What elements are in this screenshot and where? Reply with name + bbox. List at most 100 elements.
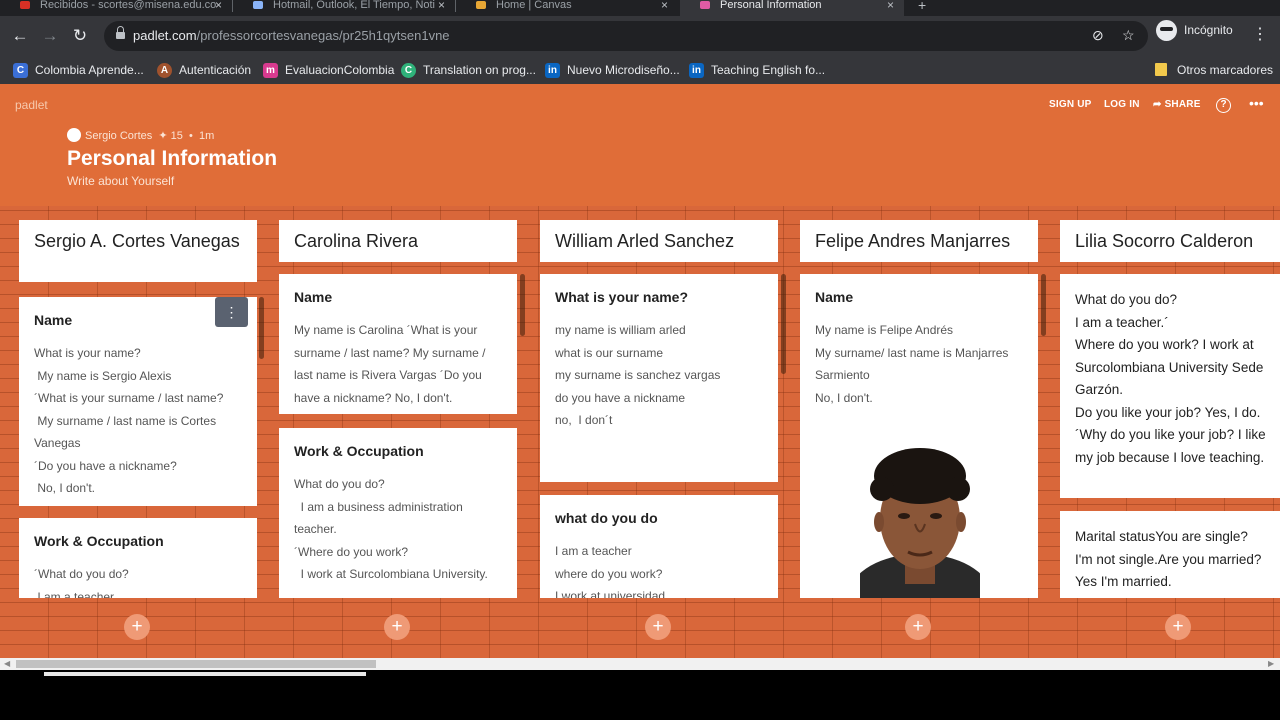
padlet-board: padlet SIGN UP LOG IN ➦ SHARE ? ••• Serg… — [0, 84, 1280, 658]
padlet-icon — [700, 1, 710, 9]
column-header[interactable]: Felipe Andres Manjarres — [800, 220, 1038, 262]
post-body: My name is Felipe Andrés My surname/ las… — [815, 323, 1009, 405]
back-arrow-icon[interactable]: ← — [10, 26, 30, 46]
authentication-icon: A — [157, 63, 172, 78]
column-lilia: Lilia Socorro Calderon — [1060, 220, 1280, 262]
address-bar[interactable]: padlet.com/professorcortesvanegas/pr25h1… — [104, 21, 1148, 51]
star-icon[interactable]: ☆ — [1122, 27, 1135, 44]
column-header[interactable]: Sergio A. Cortes Vanegas — [19, 220, 257, 282]
reload-icon[interactable]: ↻ — [70, 26, 90, 46]
bookmark-item[interactable]: in Teaching English fo... — [689, 60, 825, 80]
column-header[interactable]: Lilia Socorro Calderon — [1060, 220, 1280, 262]
login-link[interactable]: LOG IN — [1104, 99, 1140, 110]
column-scrollbar[interactable] — [781, 274, 786, 374]
heart-icon: ✦ — [158, 130, 168, 142]
page-title: Personal Information — [67, 147, 278, 170]
padlet-header: padlet SIGN UP LOG IN ➦ SHARE ? ••• Serg… — [0, 84, 1280, 206]
bookmark-item[interactable]: A Autenticación — [157, 60, 251, 80]
close-tab-icon[interactable]: × — [887, 0, 894, 11]
scroll-right-icon[interactable]: ▶ — [1268, 659, 1274, 668]
column-header[interactable]: Carolina Rivera — [279, 220, 517, 262]
tab-personal-information[interactable]: Personal Information × — [680, 0, 904, 16]
author-meta: Sergio Cortes ✦ 15 • 1m — [67, 128, 214, 142]
incognito-icon — [1156, 20, 1177, 41]
new-tab-icon[interactable]: + — [918, 0, 926, 13]
post-card[interactable]: what do you do I am a teacher where do y… — [540, 495, 778, 598]
linkedin-icon: in — [545, 63, 560, 78]
video-bottom-bar — [0, 670, 1280, 720]
bookmarks-bar: C Colombia Aprende... A Autenticación m … — [0, 56, 1280, 84]
add-post-button[interactable]: + — [384, 614, 410, 640]
translation-icon: C — [401, 63, 416, 78]
column-scrollbar[interactable] — [259, 297, 264, 359]
progress-line — [44, 672, 366, 676]
tab-label: Home | Canvas — [496, 0, 572, 11]
browser-tab-strip: Recibidos - scortes@misena.edu.co × Hotm… — [0, 0, 1280, 16]
post-body: my name is william arled what is our sur… — [555, 323, 721, 427]
add-post-button[interactable]: + — [1165, 614, 1191, 640]
incognito-profile-button[interactable]: Incógnito — [1156, 20, 1242, 42]
add-post-button[interactable]: + — [645, 614, 671, 640]
gmail-icon — [20, 1, 30, 9]
padlet-logo[interactable]: padlet — [15, 98, 48, 112]
post-card[interactable]: What is your name? my name is william ar… — [540, 274, 778, 482]
bookmark-item[interactable]: in Nuevo Microdiseño... — [545, 60, 680, 80]
tab-label: Hotmail, Outlook, El Tiempo, Noti — [273, 0, 436, 11]
post-body: What is your name? My name is Sergio Ale… — [34, 346, 224, 495]
tab-canvas[interactable]: Home | Canvas × — [456, 0, 678, 16]
post-card[interactable]: Work & Occupation What do you do? I am a… — [279, 428, 517, 598]
share-button[interactable]: ➦ SHARE — [1153, 99, 1201, 110]
column-sergio: Sergio A. Cortes Vanegas — [19, 220, 257, 282]
browser-toolbar: ← → ↻ padlet.com/professorcortesvanegas/… — [0, 16, 1280, 56]
other-bookmarks[interactable]: Otros marcadores — [1155, 60, 1273, 80]
scrollbar-thumb[interactable] — [16, 660, 376, 668]
horizontal-scrollbar[interactable]: ◀ ▶ — [0, 658, 1280, 670]
kebab-menu-icon[interactable]: ⋮ — [215, 297, 248, 327]
avatar — [67, 128, 81, 142]
column-felipe: Felipe Andres Manjarres — [800, 220, 1038, 262]
help-icon[interactable]: ? — [1216, 98, 1231, 113]
column-carolina: Carolina Rivera — [279, 220, 517, 262]
canvas-icon — [476, 1, 486, 9]
post-body: I am a teacher where do you work? I work… — [555, 544, 666, 598]
post-title: Work & Occupation — [34, 533, 164, 549]
eye-off-icon[interactable]: ⊘ — [1092, 27, 1104, 44]
page-subtitle: Write about Yourself — [67, 174, 175, 188]
close-tab-icon[interactable]: × — [661, 0, 668, 11]
column-scrollbar[interactable] — [1041, 274, 1046, 336]
tab-label: Recibidos - scortes@misena.edu.co — [40, 0, 217, 11]
post-card[interactable]: ⋮ Name What is your name? My name is Ser… — [19, 297, 257, 506]
post-card[interactable]: Marital statusYou are single? I'm not si… — [1060, 511, 1280, 598]
profile-photo — [860, 448, 980, 598]
more-options-icon[interactable]: ••• — [1249, 95, 1264, 111]
forward-arrow-icon[interactable]: → — [40, 26, 60, 46]
linkedin-icon: in — [689, 63, 704, 78]
column-scrollbar[interactable] — [520, 274, 525, 336]
post-card[interactable]: Name My name is Felipe Andrés My surname… — [800, 274, 1038, 598]
bookmark-item[interactable]: m EvaluacionColombia — [263, 60, 394, 80]
bookmark-item[interactable]: C Translation on prog... — [401, 60, 536, 80]
colombia-aprende-icon: C — [13, 63, 28, 78]
tab-gmail[interactable]: Recibidos - scortes@misena.edu.co × — [0, 0, 232, 16]
post-title: what do you do — [555, 510, 658, 526]
url-text: padlet.com/professorcortesvanegas/pr25h1… — [133, 28, 450, 43]
close-tab-icon[interactable]: × — [215, 0, 222, 11]
post-body: ´What do you do? I am a teacher. — [34, 567, 129, 598]
close-tab-icon[interactable]: × — [438, 0, 445, 11]
post-title: Name — [815, 289, 854, 305]
bookmark-item[interactable]: C Colombia Aprende... — [13, 60, 144, 80]
post-card[interactable]: Work & Occupation ´What do you do? I am … — [19, 518, 257, 598]
signup-link[interactable]: SIGN UP — [1049, 99, 1092, 110]
add-post-button[interactable]: + — [124, 614, 150, 640]
post-title: Name — [34, 312, 73, 328]
browser-menu-icon[interactable]: ⋮ — [1252, 25, 1268, 45]
post-card[interactable]: What do you do? I am a teacher.´ Where d… — [1060, 274, 1280, 498]
add-post-button[interactable]: + — [905, 614, 931, 640]
post-card[interactable]: Name My name is Carolina ´What is your s… — [279, 274, 517, 414]
lock-icon — [116, 26, 125, 41]
column-header[interactable]: William Arled Sanchez — [540, 220, 778, 262]
evaluacion-icon: m — [263, 63, 278, 78]
scroll-left-icon[interactable]: ◀ — [4, 659, 10, 668]
post-body: My name is Carolina ´What is your surnam… — [294, 323, 489, 405]
tab-hotmail[interactable]: Hotmail, Outlook, El Tiempo, Noti × — [233, 0, 455, 16]
